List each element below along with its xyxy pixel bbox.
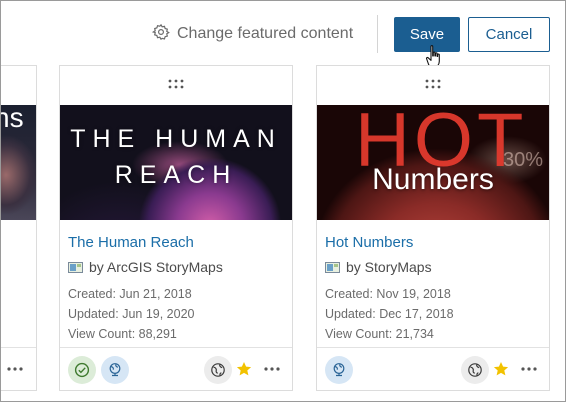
change-featured-content-label: Change featured content bbox=[177, 25, 354, 42]
card-thumbnail: ns bbox=[1, 105, 36, 220]
story-card-partial[interactable]: ns bbox=[1, 65, 37, 391]
shared-globe-icon bbox=[101, 356, 129, 384]
card-title-link[interactable]: The Human Reach bbox=[68, 234, 194, 251]
thumbnail-title-line: THE HUMAN bbox=[70, 125, 282, 153]
drag-handle-icon[interactable] bbox=[167, 78, 185, 90]
card-metadata: Created: Jun 21, 2018 Updated: Jun 19, 2… bbox=[68, 284, 195, 344]
thumbnail-title-line: Numbers bbox=[372, 163, 494, 196]
card-footer bbox=[317, 347, 549, 391]
view-count: View Count: 88,291 bbox=[68, 327, 177, 341]
author-label: by StoryMaps bbox=[346, 259, 432, 275]
favorite-star-icon[interactable] bbox=[236, 361, 252, 377]
card-title-link[interactable]: Hot Numbers bbox=[325, 234, 413, 251]
cancel-button[interactable]: Cancel bbox=[468, 17, 550, 52]
storymap-icon bbox=[325, 261, 340, 273]
world-icon bbox=[204, 356, 232, 384]
card-footer bbox=[1, 347, 36, 391]
card-thumbnail[interactable]: THE HUMAN REACH bbox=[60, 105, 292, 220]
card-metadata: Created: Nov 19, 2018 Updated: Dec 17, 2… bbox=[325, 284, 454, 344]
featured-content-panel: Change featured content Save Cancel ns bbox=[0, 0, 566, 402]
card-footer bbox=[60, 347, 292, 391]
thumbnail-title-line: REACH bbox=[114, 161, 238, 189]
thumbnail-text: ns bbox=[1, 105, 24, 133]
favorite-star-icon[interactable] bbox=[493, 361, 509, 377]
toolbar-divider bbox=[377, 15, 378, 53]
toolbar: Change featured content Save Cancel bbox=[1, 1, 565, 68]
story-card[interactable]: THE HUMAN REACH The Human Reach by ArcGI… bbox=[59, 65, 293, 391]
updated-date: Updated: Dec 17, 2018 bbox=[325, 307, 454, 321]
card-thumbnail[interactable]: HOT 30% Numbers bbox=[317, 105, 549, 220]
world-icon bbox=[461, 356, 489, 384]
storymap-icon bbox=[68, 261, 83, 273]
drag-handle-icon[interactable] bbox=[424, 78, 442, 90]
save-button[interactable]: Save bbox=[394, 17, 460, 52]
author-label: by ArcGIS StoryMaps bbox=[89, 259, 223, 275]
more-options-icon[interactable] bbox=[520, 362, 538, 376]
gear-icon bbox=[151, 23, 170, 46]
authoritative-check-icon bbox=[68, 356, 96, 384]
updated-date: Updated: Jun 19, 2020 bbox=[68, 307, 195, 321]
created-date: Created: Jun 21, 2018 bbox=[68, 287, 192, 301]
view-count: View Count: 21,734 bbox=[325, 327, 434, 341]
card-author: by ArcGIS StoryMaps bbox=[68, 258, 223, 276]
more-options-icon[interactable] bbox=[263, 362, 281, 376]
story-card[interactable]: HOT 30% Numbers Hot Numbers by StoryMaps… bbox=[316, 65, 550, 391]
shared-globe-icon bbox=[325, 356, 353, 384]
card-author: by StoryMaps bbox=[325, 258, 432, 276]
created-date: Created: Nov 19, 2018 bbox=[325, 287, 451, 301]
more-options-icon[interactable] bbox=[6, 362, 24, 376]
change-featured-content-button[interactable]: Change featured content bbox=[151, 23, 354, 46]
